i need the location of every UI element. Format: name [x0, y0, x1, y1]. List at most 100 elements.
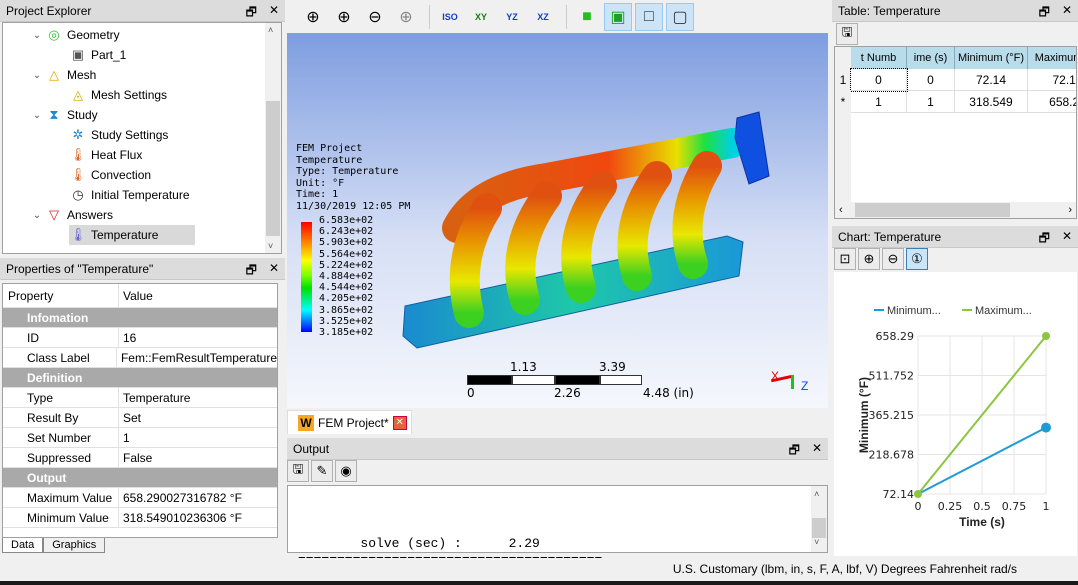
property-value[interactable]: 16	[119, 331, 136, 345]
property-value[interactable]: Set	[119, 411, 141, 425]
float-icon[interactable]: 🗗	[246, 261, 257, 282]
tree-item[interactable]: 🌡 Temperature	[69, 225, 195, 245]
3d-viewport[interactable]: FEM Project Temperature Type: Temperature U…	[287, 33, 828, 408]
table-hscrollbar[interactable]: ‹ ›	[835, 202, 1076, 218]
view-iso-icon[interactable]: ISO	[436, 3, 464, 31]
exhaust-manifold-model[interactable]	[397, 108, 828, 388]
output-log[interactable]: ˄ ˅ solve (sec) : 2.29==================…	[287, 485, 828, 583]
property-header: Property	[3, 284, 119, 307]
zoom-fit-icon[interactable]: ⊕	[299, 3, 327, 31]
property-value[interactable]: 318.549010236306 °F	[119, 511, 242, 525]
tree-scrollbar[interactable]: ˄ ˅	[265, 23, 281, 253]
save-icon[interactable]: 🖫	[287, 460, 309, 482]
property-group[interactable]: Infomation	[3, 308, 277, 328]
save-icon[interactable]: 🖫	[836, 23, 858, 45]
tree-item[interactable]: ◬ Mesh Settings	[69, 85, 167, 105]
output-panel: Output 🗗 ✕ 🖫 ✎ ◉ ˄ ˅ solve (sec) : 2.29==…	[285, 438, 830, 583]
table-cell[interactable]: 1	[851, 91, 907, 113]
view-xz-icon[interactable]: XZ	[529, 3, 557, 31]
zoom-in-icon[interactable]: ⊕	[858, 248, 880, 270]
shaded-view-icon[interactable]: ▣	[604, 2, 632, 31]
tree-item-label: Geometry	[67, 28, 120, 42]
toolbar-glyph: XZ	[537, 11, 549, 22]
view-yz-icon[interactable]: YZ	[498, 3, 526, 31]
float-icon[interactable]: 🗗	[1039, 229, 1050, 250]
property-value[interactable]: Temperature	[119, 391, 190, 405]
close-icon[interactable]: ✕	[269, 3, 279, 24]
column-header[interactable]: Maximum (°F	[1028, 47, 1076, 69]
wireframe-view-icon[interactable]: □	[635, 2, 663, 31]
tree-item[interactable]: ⌄ ◎ Geometry	[29, 25, 120, 45]
row-header[interactable]: *	[835, 91, 851, 113]
tree-item[interactable]: ✲ Study Settings	[69, 125, 169, 145]
property-row: Minimum Value 318.549010236306 °F	[3, 508, 277, 528]
stop-icon[interactable]: ◉	[335, 460, 357, 482]
tree-item[interactable]: ⌄ ⧗ Study	[29, 105, 98, 125]
column-header[interactable]: t Numb	[851, 47, 907, 69]
column-header[interactable]: ime (s)	[907, 47, 955, 69]
table-cell[interactable]: 1	[907, 91, 955, 113]
legend-entry: Maximum...	[975, 305, 1032, 317]
points-view-icon[interactable]: ▢	[666, 2, 694, 31]
property-value[interactable]: 1	[119, 431, 130, 445]
property-value[interactable]: False	[119, 451, 152, 465]
chart-toolbar: ⊡ ⊕ ⊖ ①	[834, 248, 930, 270]
table-cell[interactable]: 72.14	[955, 69, 1028, 91]
row-header[interactable]: 1	[835, 69, 851, 91]
view-xy-icon[interactable]: XY	[467, 3, 495, 31]
tree-item[interactable]: ⌄ △ Mesh	[29, 65, 97, 85]
document-tab[interactable]: W FEM Project* ✕	[287, 410, 412, 434]
float-icon[interactable]: 🗗	[1039, 3, 1050, 24]
close-icon[interactable]: ✕	[269, 261, 279, 282]
toolbar-glyph: ⊕	[337, 8, 351, 26]
zoom-box-icon[interactable]: ⊕	[392, 3, 420, 31]
table-cell[interactable]: 72.14	[1028, 69, 1076, 91]
tree-item[interactable]: ◷ Initial Temperature	[69, 185, 189, 205]
clear-icon[interactable]: ✎	[311, 460, 333, 482]
chart-panel: Chart: Temperature 🗗 ✕ ⊡ ⊕ ⊖ ① Minimum...…	[832, 226, 1078, 556]
close-icon[interactable]: ✕	[1062, 3, 1072, 24]
close-icon[interactable]: ✕	[1062, 229, 1072, 250]
y-tick-label: 511.752	[869, 370, 915, 383]
property-group[interactable]: Definition	[3, 368, 277, 388]
close-icon[interactable]: ✕	[812, 441, 822, 462]
tree-item[interactable]: 🌡 Heat Flux	[69, 145, 143, 165]
info-icon[interactable]: ①	[906, 248, 928, 270]
property-value[interactable]: 658.290027316782 °F	[119, 491, 242, 505]
data-point	[914, 490, 922, 498]
chevron-down-icon[interactable]: ⌄	[29, 70, 45, 81]
table-cell[interactable]: 0	[907, 69, 955, 91]
chevron-down-icon[interactable]: ⌄	[29, 210, 45, 221]
tree-item[interactable]: 🌡 Convection	[69, 165, 151, 185]
property-value[interactable]: Fem::FemResultTemperature	[117, 351, 277, 365]
close-tab-icon[interactable]: ✕	[392, 415, 407, 430]
table-cell[interactable]: 0	[850, 68, 908, 92]
legend-entry: Minimum...	[887, 305, 941, 317]
output-scrollbar[interactable]: ˄ ˅	[811, 486, 827, 552]
unit-system-status: U.S. Customary (lbm, in, s, F, A, lbf, V…	[672, 562, 1017, 576]
table-cell[interactable]: 318.549	[955, 91, 1028, 113]
toolbar-glyph: ⊕	[306, 8, 320, 26]
column-header[interactable]: Minimum (°F)	[955, 47, 1028, 69]
zoom-out-icon[interactable]: ⊖	[361, 3, 389, 31]
chevron-down-icon[interactable]: ⌄	[29, 110, 45, 121]
properties-tabs: Data Graphics	[2, 538, 106, 553]
float-icon[interactable]: 🗗	[246, 3, 257, 24]
zoom-out-icon[interactable]: ⊖	[882, 248, 904, 270]
tree-item[interactable]: ⌄ ▽ Answers	[29, 205, 113, 225]
scale-label: 2.26	[554, 386, 581, 400]
legend-label: 4.205e+02	[319, 293, 374, 305]
toolbar-glyph: YZ	[506, 11, 518, 22]
tab-data[interactable]: Data	[2, 538, 44, 553]
fit-icon[interactable]: ⊡	[834, 248, 856, 270]
tab-graphics[interactable]: Graphics	[43, 538, 106, 553]
zoom-in-icon[interactable]: ⊕	[330, 3, 358, 31]
float-icon[interactable]: 🗗	[789, 441, 800, 462]
property-group[interactable]: Output	[3, 468, 277, 488]
info-line: Time: 1	[296, 189, 339, 200]
tree-item[interactable]: ▣ Part_1	[69, 45, 127, 65]
solid-view-icon[interactable]: ■	[573, 3, 601, 31]
chevron-down-icon[interactable]: ⌄	[29, 30, 45, 41]
legend-label: 6.243e+02	[319, 226, 374, 238]
table-cell[interactable]: 658.29	[1028, 91, 1076, 113]
